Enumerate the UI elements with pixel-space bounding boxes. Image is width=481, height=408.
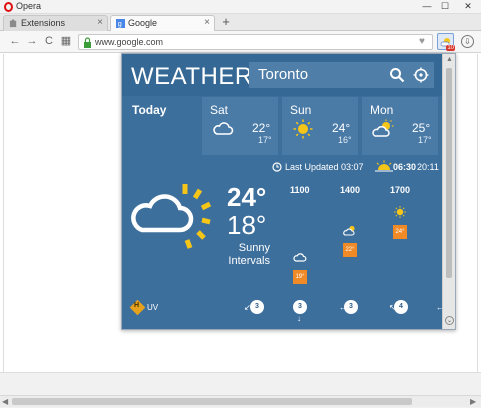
feels-like-temp: 18° bbox=[227, 210, 267, 240]
day-high: 24° bbox=[332, 121, 351, 135]
hour-time: 1400 bbox=[340, 185, 361, 195]
speed-dial-button[interactable]: ▦ bbox=[59, 34, 73, 48]
location-icon[interactable] bbox=[413, 67, 429, 83]
scroll-down-icon[interactable]: ⌄ bbox=[445, 316, 454, 325]
new-tab-button[interactable]: + bbox=[219, 14, 233, 30]
weather-extension-button[interactable]: 10 bbox=[437, 33, 455, 51]
back-button[interactable]: ← bbox=[8, 34, 22, 48]
opera-logo-icon bbox=[4, 2, 13, 12]
extension-badge: 10 bbox=[446, 45, 455, 51]
svg-text:g: g bbox=[118, 19, 122, 28]
forward-button[interactable]: → bbox=[25, 34, 39, 48]
tab-close-button[interactable]: × bbox=[204, 17, 210, 28]
minimize-button[interactable]: — bbox=[419, 0, 435, 13]
day-high: 25° bbox=[412, 121, 431, 135]
wind-speed: 4 bbox=[394, 300, 408, 314]
url-text: www.google.com bbox=[95, 37, 164, 47]
address-bar[interactable]: www.google.com ♥ bbox=[78, 34, 433, 50]
day-name: Mon bbox=[370, 103, 394, 117]
wind-speed: 3 bbox=[293, 300, 307, 314]
sunset-time: 20:11 bbox=[417, 162, 439, 172]
hour-temp: 22° bbox=[343, 243, 357, 257]
wind-direction-icon: ↓ bbox=[297, 314, 301, 323]
wind-speed: 3 bbox=[344, 300, 358, 314]
uv-level: H bbox=[134, 302, 140, 309]
sunrise-time: 06:30 bbox=[393, 162, 417, 172]
maximize-button[interactable]: ☐ bbox=[437, 0, 453, 13]
tab-google[interactable]: g Google × bbox=[110, 15, 215, 31]
current-condition: Sunny Intervals bbox=[222, 242, 270, 268]
day-card-sat[interactable]: Sat 22° 17° bbox=[202, 97, 278, 155]
day-name: Sat bbox=[210, 103, 229, 117]
condition-line: Sunny bbox=[238, 242, 270, 254]
hour-time: 1100 bbox=[290, 185, 310, 195]
day-card-sun[interactable]: Sun 24° 16° bbox=[282, 97, 358, 155]
clock-icon bbox=[272, 162, 282, 172]
weather-logo: WEATHER bbox=[131, 63, 253, 90]
last-updated: Last Updated 03:07 bbox=[285, 162, 364, 172]
today-label: Today bbox=[132, 103, 167, 117]
tab-close-button[interactable]: × bbox=[97, 17, 103, 28]
weather-footer: H UV ↙ 3 3 ↓ ← 3 ↖ 4 ← bbox=[122, 294, 444, 329]
partly-cloudy-icon bbox=[372, 119, 394, 137]
heart-icon[interactable]: ♥ bbox=[419, 36, 425, 47]
hour-temp: 24° bbox=[393, 225, 407, 239]
close-window-button[interactable]: ✕ bbox=[458, 0, 478, 13]
scroll-up-icon[interactable]: ▲ bbox=[446, 56, 453, 63]
horizontal-scroll-thumb[interactable] bbox=[12, 398, 412, 405]
puzzle-icon bbox=[9, 19, 17, 28]
day-name: Sun bbox=[290, 103, 312, 117]
toolbar: ← → C ▦ www.google.com ♥ 10 ⇩ bbox=[0, 31, 481, 53]
day-card-mon[interactable]: Mon 25° 17° bbox=[362, 97, 438, 155]
tab-strip: Extensions × g Google × + bbox=[0, 14, 481, 31]
google-g-icon: g bbox=[116, 19, 125, 28]
uv-label: UV bbox=[147, 303, 159, 312]
day-high: 22° bbox=[252, 121, 271, 135]
horizontal-scrollbar[interactable]: ◀ ▶ bbox=[0, 395, 481, 407]
popup-scrollbar[interactable]: ▲ ⌄ bbox=[442, 54, 455, 329]
reload-button[interactable]: C bbox=[42, 34, 56, 48]
hour-time: 1700 bbox=[390, 185, 411, 195]
sunrise-icon bbox=[375, 160, 393, 172]
current-weather-icon bbox=[131, 184, 212, 249]
scroll-left-icon[interactable]: ◀ bbox=[2, 397, 8, 406]
partly-cloudy-icon bbox=[343, 225, 355, 236]
daily-forecast: Today Sat 22° 17° Sun 24° 16° Mon 25° 17… bbox=[122, 96, 442, 158]
wind-speed: 3 bbox=[250, 300, 264, 314]
cloud-icon bbox=[213, 122, 234, 135]
day-low: 17° bbox=[258, 135, 272, 145]
cloud-icon bbox=[293, 253, 307, 262]
current-temp: 24° bbox=[227, 182, 267, 212]
tab-extensions[interactable]: Extensions × bbox=[3, 15, 108, 31]
weather-header: WEATHER Toronto bbox=[122, 54, 442, 96]
city-name: Toronto bbox=[258, 66, 309, 83]
scroll-right-icon[interactable]: ▶ bbox=[470, 397, 476, 406]
title-bar: Opera — ☐ ✕ bbox=[0, 0, 481, 14]
sun-icon bbox=[394, 206, 406, 218]
search-icon[interactable] bbox=[389, 67, 405, 83]
day-low: 16° bbox=[338, 135, 352, 145]
day-low: 17° bbox=[418, 135, 432, 145]
tab-title: Google bbox=[128, 18, 158, 28]
tab-title: Extensions bbox=[21, 18, 66, 28]
city-search-box[interactable]: Toronto bbox=[249, 62, 434, 88]
sun-icon bbox=[293, 119, 313, 139]
hour-temp: 19° bbox=[293, 270, 307, 284]
app-name: Opera bbox=[16, 1, 42, 11]
downloads-button[interactable]: ⇩ bbox=[461, 35, 474, 48]
lock-icon bbox=[84, 37, 91, 48]
condition-line: Intervals bbox=[228, 255, 270, 267]
weather-popup: WEATHER Toronto Today Sat 22° 17° Sun 24… bbox=[121, 53, 456, 330]
popup-scroll-thumb[interactable] bbox=[446, 68, 452, 278]
